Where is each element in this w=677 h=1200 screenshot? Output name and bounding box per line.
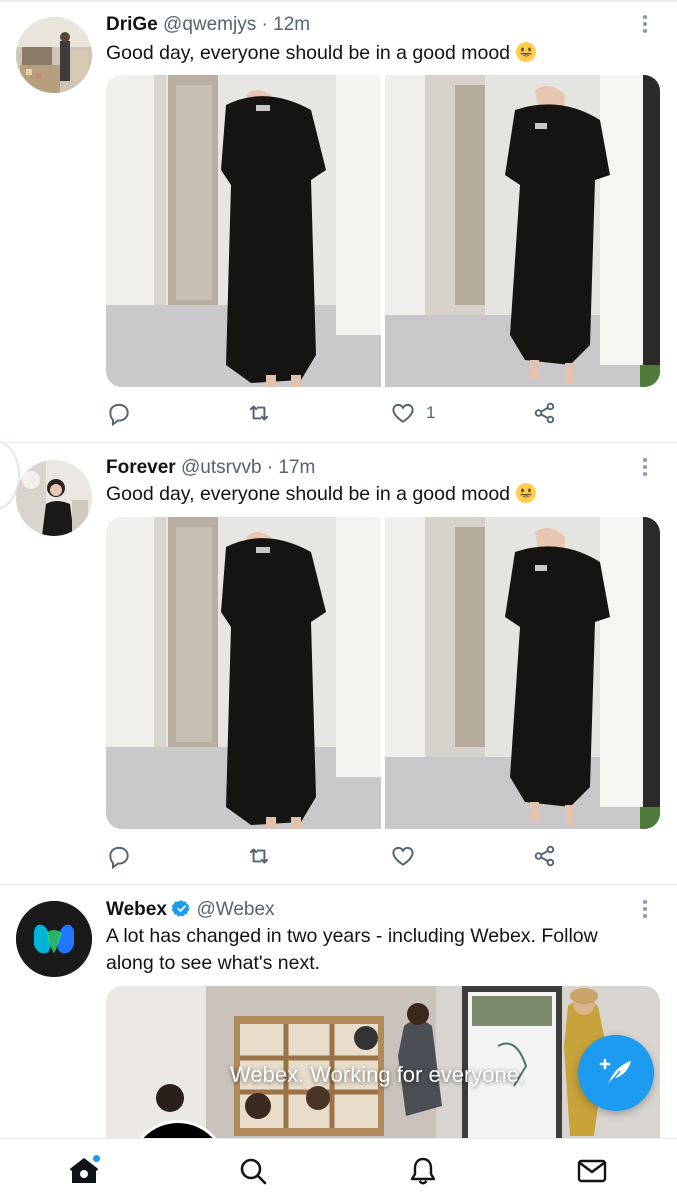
tweet-text-content: Good day, everyone should be in a good m… xyxy=(106,42,511,64)
tweet-text: Good day, everyone should be in a good m… xyxy=(106,40,657,67)
display-name[interactable]: Webex xyxy=(106,899,167,920)
grinning-face-icon xyxy=(516,42,537,62)
user-handle[interactable]: @Webex xyxy=(196,899,274,920)
search-icon xyxy=(240,1158,267,1185)
reply-button[interactable] xyxy=(106,841,132,871)
timeline-feed: DriGe @qwemjys · 12m Good day, everyone … xyxy=(0,0,677,1138)
nav-home[interactable] xyxy=(64,1151,104,1191)
like-button[interactable]: 1 xyxy=(390,398,435,428)
display-name[interactable]: DriGe xyxy=(106,14,158,35)
tweet-header: Webex @Webex xyxy=(106,899,275,921)
compose-tweet-button[interactable] xyxy=(578,1035,654,1111)
retweet-button[interactable] xyxy=(246,398,272,428)
tweet-media-video[interactable]: Webex. Working for everyone. xyxy=(106,986,660,1138)
tweet-text-content: Good day, everyone should be in a good m… xyxy=(106,483,511,505)
tweet-header: Forever @utsrvvb · 17m xyxy=(106,457,315,479)
verified-badge-icon xyxy=(171,900,190,917)
tweet-1[interactable]: DriGe @qwemjys · 12m Good day, everyone … xyxy=(0,0,677,443)
avatar-drige[interactable] xyxy=(16,17,92,93)
bottom-navigation xyxy=(0,1138,677,1200)
media-caption: Webex. Working for everyone. xyxy=(230,1062,526,1087)
retweet-icon xyxy=(249,848,269,864)
timestamp[interactable]: · 17m xyxy=(267,457,316,478)
tweet-media[interactable] xyxy=(106,517,660,829)
avatar-forever[interactable] xyxy=(16,460,92,536)
retweet-button[interactable] xyxy=(246,841,272,871)
user-handle[interactable]: @qwemjys xyxy=(163,14,256,35)
tweet-text: A lot has changed in two years - includi… xyxy=(106,923,637,977)
share-button[interactable] xyxy=(532,841,558,871)
tweet-2[interactable]: Forever @utsrvvb · 17m Good day, everyon… xyxy=(0,443,677,885)
compose-tweet-icon xyxy=(599,1058,631,1085)
share-button[interactable] xyxy=(532,398,558,428)
notifications-icon xyxy=(410,1157,436,1185)
retweet-icon xyxy=(249,405,269,421)
avatar-webex[interactable] xyxy=(16,901,92,977)
share-icon xyxy=(534,845,555,867)
photo-dress-front[interactable] xyxy=(106,517,381,829)
display-name[interactable]: Forever xyxy=(106,457,176,478)
grinning-face-icon xyxy=(516,483,537,503)
home-notification-dot xyxy=(92,1154,101,1163)
heart-icon xyxy=(392,403,414,423)
nav-messages[interactable] xyxy=(572,1151,612,1191)
tweet-3[interactable]: Webex @Webex A lot has changed in two ye… xyxy=(0,885,677,1138)
photo-dress-side[interactable] xyxy=(385,517,660,829)
timestamp[interactable]: · 12m xyxy=(262,14,311,35)
tweet-text-content: A lot has changed in two years - includi… xyxy=(106,925,598,974)
like-button[interactable] xyxy=(390,841,416,871)
photo-dress-front[interactable] xyxy=(106,75,381,387)
tweet-header: DriGe @qwemjys · 12m xyxy=(106,14,310,36)
more-options-icon[interactable] xyxy=(635,457,655,477)
tweet-media[interactable] xyxy=(106,75,660,387)
share-icon xyxy=(534,402,555,424)
user-handle[interactable]: @utsrvvb xyxy=(181,457,262,478)
reply-icon xyxy=(109,846,129,869)
reply-button[interactable] xyxy=(106,398,132,428)
heart-icon xyxy=(392,846,414,866)
more-options-icon[interactable] xyxy=(635,899,655,919)
more-options-icon[interactable] xyxy=(635,14,655,34)
tweet-actions: 1 xyxy=(106,398,566,428)
reply-icon xyxy=(109,403,129,426)
messages-icon xyxy=(577,1159,607,1183)
tweet-actions xyxy=(106,841,566,871)
tweet-text: Good day, everyone should be in a good m… xyxy=(106,481,657,508)
photo-dress-side[interactable] xyxy=(385,75,660,387)
like-count: 1 xyxy=(426,403,436,422)
nav-notifications[interactable] xyxy=(403,1151,443,1191)
nav-search[interactable] xyxy=(233,1151,273,1191)
